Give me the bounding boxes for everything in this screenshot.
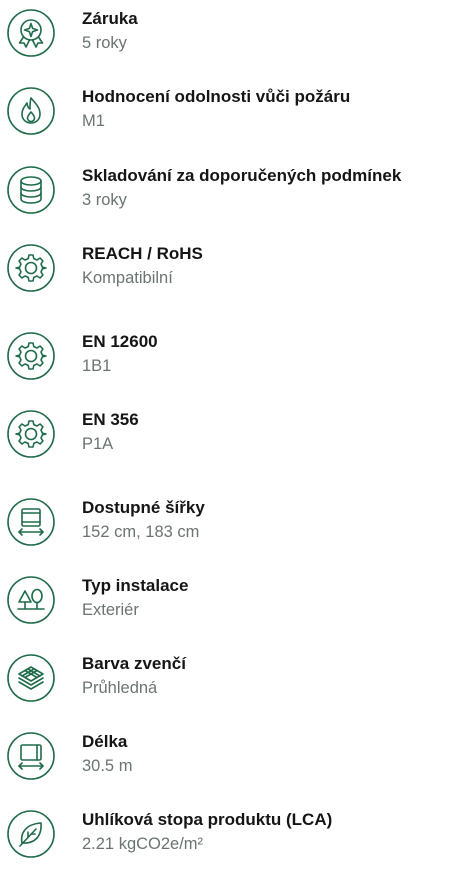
spec-item-carbon-footprint: Uhlíková stopa produktu (LCA) 2.21 kgCO2… [0, 809, 474, 869]
spec-item-length: Délka 30.5 m [0, 731, 474, 791]
spec-item-widths: Dostupné šířky 152 cm, 183 cm [0, 497, 474, 557]
spec-item-en-12600: EN 12600 1B1 [0, 331, 474, 391]
spec-item-installation-type: Typ instalace Exteriér [0, 575, 474, 635]
spec-value: 2.21 kgCO2e/m² [82, 835, 204, 853]
spec-label: Barva zvenčí [82, 654, 186, 673]
spec-value: 3 roky [82, 191, 127, 209]
spec-value: Kompatibilní [82, 269, 173, 287]
spec-value: Průhledná [82, 679, 158, 697]
layers-icon [6, 653, 56, 703]
spec-value: 30.5 m [82, 757, 133, 775]
outdoor-tree-icon [6, 575, 56, 625]
gear-icon [6, 409, 56, 459]
roll-length-icon [6, 731, 56, 781]
flame-icon [6, 86, 56, 136]
spec-value: Exteriér [82, 601, 139, 619]
spec-label: EN 12600 [82, 332, 158, 351]
spec-label: Hodnocení odolnosti vůči požáru [82, 87, 351, 106]
leaf-icon [6, 809, 56, 859]
spec-label: Skladování za doporučených podmínek [82, 166, 402, 185]
badge-star-icon [6, 8, 56, 58]
spec-value: 5 roky [82, 34, 127, 52]
spec-item-warranty: Záruka 5 roky [0, 8, 474, 68]
spec-value: 1B1 [82, 357, 112, 375]
spec-value: 152 cm, 183 cm [82, 523, 200, 541]
gear-icon [6, 331, 56, 381]
gear-icon [6, 243, 56, 293]
spec-item-outside-color: Barva zvenčí Průhledná [0, 653, 474, 713]
spec-item-storage: Skladování za doporučených podmínek 3 ro… [0, 165, 474, 225]
spec-value: P1A [82, 435, 114, 453]
spec-label: REACH / RoHS [82, 244, 203, 263]
spec-label: Uhlíková stopa produktu (LCA) [82, 810, 333, 829]
spec-label: Typ instalace [82, 576, 189, 595]
spec-item-reach-rohs: REACH / RoHS Kompatibilní [0, 243, 474, 303]
spec-item-fire-rating: Hodnocení odolnosti vůči požáru M1 [0, 86, 474, 146]
spec-label: Délka [82, 732, 128, 751]
database-icon [6, 165, 56, 215]
spec-value: M1 [82, 112, 105, 130]
spec-item-en-356: EN 356 P1A [0, 409, 474, 469]
spec-label: EN 356 [82, 410, 139, 429]
spec-label: Záruka [82, 9, 138, 28]
roll-width-icon [6, 497, 56, 547]
spec-label: Dostupné šířky [82, 498, 205, 517]
